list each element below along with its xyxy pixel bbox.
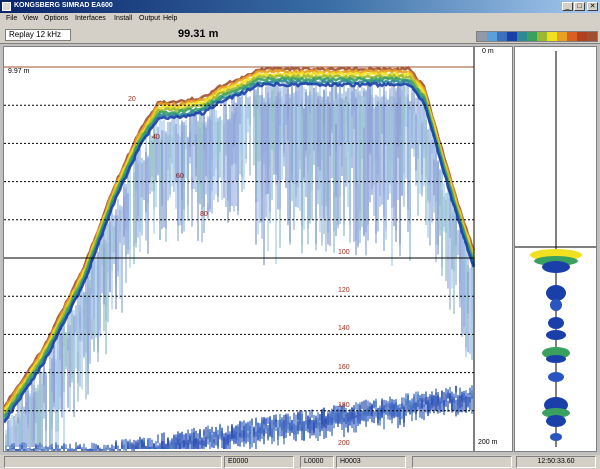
depth-tick-label: 60 [176, 172, 184, 180]
echogram-panel[interactable]: 0 m 9.97 m 200 m 20 40 60 80 100 120 140 160 180… [3, 46, 513, 452]
menu-options[interactable]: Options [44, 15, 68, 22]
palette-swatch [477, 32, 487, 41]
range-bottom-label: 200 m [478, 439, 498, 446]
menu-file[interactable]: File [6, 15, 17, 22]
depth-tick-label: 80 [200, 210, 208, 218]
echogram-canvas [4, 47, 476, 451]
color-scale-legend [476, 31, 598, 42]
palette-swatch [487, 32, 497, 41]
palette-swatch [517, 32, 527, 41]
maximize-button[interactable]: □ [574, 2, 585, 11]
surface-depth-label: 9.97 m [8, 68, 30, 75]
palette-swatch [567, 32, 577, 41]
minimize-button[interactable]: _ [562, 2, 573, 11]
side-histogram [515, 51, 596, 447]
status-h-value: H0003 [336, 456, 406, 468]
depth-tick-label: 20 [128, 96, 136, 104]
status-e-value: E0000 [224, 456, 294, 468]
menu-view[interactable]: View [23, 15, 38, 22]
side-echo-blob [550, 299, 562, 311]
app-icon [2, 2, 11, 11]
depth-tick-label: 180 [338, 401, 350, 409]
depth-tick-label: 100 [338, 249, 350, 256]
window-title: KONGSBERG SIMRAD EA600 [14, 2, 113, 9]
palette-swatch [587, 32, 597, 41]
menu-help[interactable]: Help [163, 15, 177, 22]
status-panel-empty [412, 456, 512, 468]
palette-swatch [557, 32, 567, 41]
palette-swatch [507, 32, 517, 41]
menu-output[interactable]: Output [139, 15, 160, 22]
palette-swatch [537, 32, 547, 41]
side-echo-blob [546, 285, 566, 301]
menu-interfaces[interactable]: Interfaces [75, 15, 106, 22]
palette-swatch [577, 32, 587, 41]
depth-tick-label: 140 [338, 325, 350, 333]
menu-bar: File View Options Interfaces Install Out… [0, 13, 600, 25]
side-echo-blob [548, 317, 564, 329]
side-echo-blob [546, 355, 566, 363]
depth-tick-label: 200 [338, 440, 350, 447]
side-histogram-panel [514, 46, 597, 452]
mode-field[interactable]: Replay 12 kHz [5, 29, 71, 41]
depth-tick-label: 120 [338, 287, 350, 295]
status-l-value: L0000 [300, 456, 334, 468]
close-button[interactable]: ✕ [587, 2, 598, 11]
side-echo-blob [548, 372, 564, 382]
side-echo-blob [546, 415, 566, 427]
side-echo-blob [546, 330, 566, 340]
palette-swatch [527, 32, 537, 41]
depth-tick-label: 160 [338, 363, 350, 371]
range-top-label: 0 m [482, 48, 494, 55]
side-echo-blob [542, 261, 570, 273]
title-bar: KONGSBERG SIMRAD EA600 _ □ ✕ [0, 0, 600, 13]
side-echo-blob [550, 433, 562, 441]
palette-swatch [497, 32, 507, 41]
status-bar: E0000 L0000 H0003 12:50:33.60 [0, 455, 600, 469]
status-time: 12:50:33.60 [516, 456, 596, 468]
depth-readout: 99.31 m [178, 28, 219, 40]
info-strip: Replay 12 kHz 99.31 m [0, 25, 600, 44]
depth-tick-label: 40 [152, 134, 160, 142]
palette-swatch [547, 32, 557, 41]
status-panel-main [4, 456, 222, 468]
menu-install[interactable]: Install [114, 15, 132, 22]
